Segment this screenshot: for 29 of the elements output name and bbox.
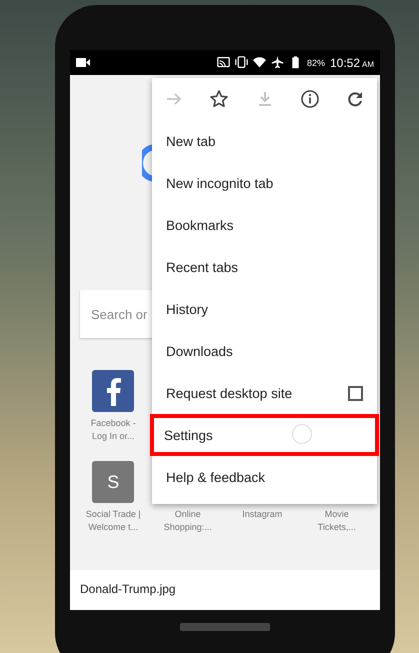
letter-tile[interactable]: S bbox=[92, 461, 134, 503]
cast-icon bbox=[216, 56, 230, 69]
facebook-logo-icon[interactable] bbox=[92, 370, 134, 412]
tile-label: Online Shopping:... bbox=[162, 508, 213, 534]
star-icon[interactable] bbox=[209, 89, 230, 109]
info-icon[interactable] bbox=[300, 89, 320, 109]
download-card[interactable]: Donald-Trump.jpg bbox=[70, 570, 380, 610]
clock-meridiem: AM bbox=[362, 60, 374, 68]
video-camera-icon bbox=[76, 58, 90, 67]
menu-item[interactable]: Bookmarks bbox=[152, 204, 377, 246]
vibrate-icon bbox=[234, 56, 248, 69]
battery-percent: 82% bbox=[306, 58, 325, 68]
checkbox[interactable] bbox=[348, 386, 363, 400]
tile-label: Social Trade | Welcome t... bbox=[84, 508, 142, 534]
file-name: Donald-Trump.jpg bbox=[80, 582, 177, 596]
menu-item[interactable]: Recent tabs bbox=[152, 246, 377, 288]
clock-time: 10:52 bbox=[330, 56, 360, 70]
menu-item[interactable]: Downloads bbox=[152, 330, 377, 372]
menu-item[interactable]: History bbox=[152, 288, 377, 330]
airplane-icon bbox=[270, 56, 284, 69]
menu-item[interactable]: Request desktop site bbox=[152, 372, 377, 414]
wifi-icon bbox=[252, 56, 266, 69]
tile-label: Instagram bbox=[241, 508, 284, 521]
tile-label: Facebook - Log In or... bbox=[90, 417, 137, 442]
menu-item[interactable]: Help & feedback bbox=[152, 456, 377, 498]
menu-item[interactable]: New tab bbox=[152, 120, 377, 162]
menu-item[interactable]: New incognito tab bbox=[152, 162, 377, 204]
tile-label: Movie Tickets,... bbox=[316, 508, 357, 534]
menu-item[interactable]: Settings bbox=[150, 414, 379, 456]
